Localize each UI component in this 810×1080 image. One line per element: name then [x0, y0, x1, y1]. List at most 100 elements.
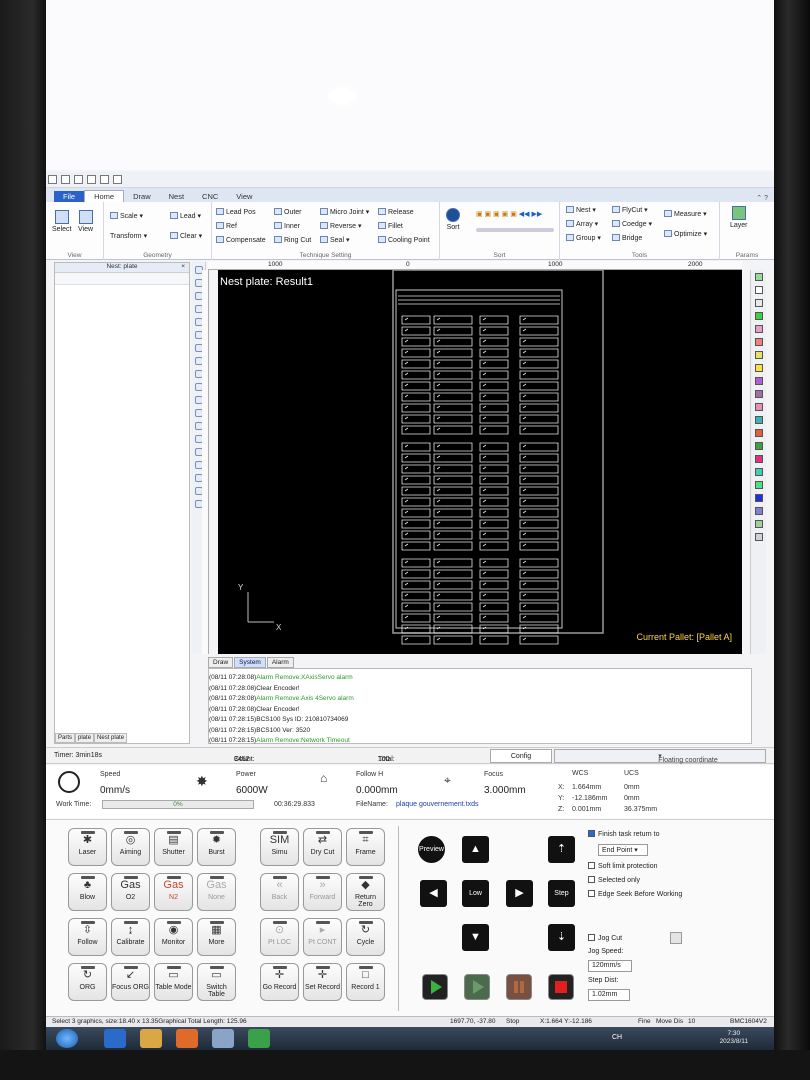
- redo-icon[interactable]: [113, 175, 122, 184]
- transform-button[interactable]: Transform ▾: [110, 232, 147, 240]
- coedge-button[interactable]: Coedge ▾: [612, 220, 652, 228]
- ref-button[interactable]: Ref: [216, 222, 237, 230]
- lead-button[interactable]: Lead ▾: [170, 212, 201, 220]
- layer-color-swatch[interactable]: [754, 299, 763, 307]
- edge-seek-checkbox[interactable]: Edge Seek Before Working: [588, 890, 682, 898]
- table-mode-button[interactable]: ▭ Table Mode: [154, 963, 193, 1001]
- shutter-button[interactable]: ▤ Shutter: [154, 828, 193, 866]
- reverse-button[interactable]: Reverse ▾: [320, 222, 362, 230]
- import-icon[interactable]: [87, 175, 96, 184]
- tab-log-alarm[interactable]: Alarm: [266, 657, 294, 668]
- record-1-button[interactable]: □ Record 1: [346, 963, 385, 1001]
- frame-button[interactable]: ⌗ Frame: [346, 828, 385, 866]
- preview-button[interactable]: Preview: [418, 836, 445, 863]
- layer-color-swatch[interactable]: [754, 351, 763, 359]
- config-button[interactable]: Config: [490, 749, 552, 763]
- aiming-button[interactable]: ◎ Aiming: [111, 828, 150, 866]
- o2-button[interactable]: Gas O2: [111, 873, 150, 911]
- end-point-select[interactable]: End Point ▾: [598, 844, 648, 856]
- layer-color-swatch[interactable]: [754, 390, 763, 398]
- bridge-button[interactable]: Bridge: [612, 234, 642, 242]
- micro-joint-button[interactable]: Micro Joint ▾: [320, 208, 369, 216]
- nest-canvas[interactable]: X Y Nest plate: Result1 Current Pallet: …: [218, 270, 742, 654]
- simu-button[interactable]: SIM Simu: [260, 828, 299, 866]
- layer-color-swatch[interactable]: [754, 494, 763, 502]
- layer-color-swatch[interactable]: [754, 520, 763, 528]
- view-button[interactable]: View: [78, 210, 93, 233]
- more-button[interactable]: ▦ More: [197, 918, 236, 956]
- tab-cnc[interactable]: CNC: [193, 191, 227, 202]
- lead-pos-button[interactable]: Lead Pos: [216, 208, 256, 216]
- sort-button[interactable]: Sort: [446, 208, 460, 231]
- close-icon[interactable]: ×: [181, 263, 185, 270]
- jog-cut-settings-button[interactable]: [670, 932, 682, 944]
- cypcut-app-icon[interactable]: [248, 1029, 270, 1048]
- seal-button[interactable]: Seal ▾: [320, 236, 349, 244]
- layer-color-swatch[interactable]: [754, 481, 763, 489]
- fine-toggle[interactable]: Fine: [638, 1018, 651, 1025]
- notepad-icon[interactable]: [212, 1029, 234, 1048]
- laser-button[interactable]: ✱ Laser: [68, 828, 107, 866]
- low-speed-button[interactable]: Low: [462, 880, 489, 907]
- pt-cont-button[interactable]: ▸ Pt CONT: [303, 918, 342, 956]
- tab-home[interactable]: Home: [84, 190, 125, 202]
- tab-log-draw[interactable]: Draw: [208, 657, 234, 668]
- compensate-button[interactable]: Compensate: [216, 236, 266, 244]
- jog-down-button[interactable]: ▼: [462, 924, 489, 951]
- selected-only-checkbox[interactable]: Selected only: [588, 876, 640, 884]
- scale-button[interactable]: Scale ▾: [110, 212, 143, 220]
- flycut-button[interactable]: FlyCut ▾: [612, 206, 648, 214]
- z-down-button[interactable]: ⇣: [548, 924, 575, 951]
- jog-up-button[interactable]: ▲: [462, 836, 489, 863]
- layer-color-swatch[interactable]: [754, 325, 763, 333]
- monitor-button[interactable]: ◉ Monitor: [154, 918, 193, 956]
- back-button[interactable]: «Back: [260, 873, 299, 911]
- tab-log-system[interactable]: System: [234, 657, 266, 668]
- cooling-point-button[interactable]: Cooling Point: [378, 236, 430, 244]
- layer-color-swatch[interactable]: [754, 377, 763, 385]
- jog-right-button[interactable]: ▶: [506, 880, 533, 907]
- layer-color-swatch[interactable]: [754, 442, 763, 450]
- layer-color-swatch[interactable]: [754, 338, 763, 346]
- layer-color-swatch[interactable]: [754, 416, 763, 424]
- switch-table-button[interactable]: ▭ Switch Table: [197, 963, 236, 1001]
- tab-parts[interactable]: Parts: [55, 733, 76, 743]
- undo-icon[interactable]: [100, 175, 109, 184]
- inner-button[interactable]: Inner: [274, 222, 300, 230]
- start-orb-icon[interactable]: [56, 1029, 78, 1048]
- finish-return-checkbox[interactable]: Finish task return to: [588, 830, 659, 838]
- pause-button[interactable]: [506, 974, 532, 1000]
- calibrate-button[interactable]: ↨ Calibrate: [111, 918, 150, 956]
- media-player-icon[interactable]: [176, 1029, 198, 1048]
- ie-icon[interactable]: [104, 1029, 126, 1048]
- cycle-button[interactable]: ↻ Cycle: [346, 918, 385, 956]
- coordinate-mode-select[interactable]: Floating coordinate ▾: [554, 749, 766, 764]
- save-icon[interactable]: [74, 175, 83, 184]
- layer-color-swatch[interactable]: [754, 533, 763, 541]
- ring-cut-button[interactable]: Ring Cut: [274, 236, 311, 244]
- tab-nest[interactable]: Nest: [160, 191, 193, 202]
- step-dist-select[interactable]: 1.02mm: [588, 989, 630, 1001]
- go-record-button[interactable]: ✛ Go Record: [260, 963, 299, 1001]
- group-button[interactable]: Group ▾: [566, 234, 601, 242]
- fillet-button[interactable]: Fillet: [378, 222, 403, 230]
- panel-toolbar[interactable]: [55, 273, 189, 285]
- return-zero-button[interactable]: ◆ Return Zero: [346, 873, 385, 911]
- tab-file[interactable]: File: [54, 191, 85, 202]
- jog-cut-checkbox[interactable]: Jog Cut: [588, 934, 622, 942]
- follow-button[interactable]: ⇳ Follow: [68, 918, 107, 956]
- clear-button[interactable]: Clear ▾: [170, 232, 202, 240]
- release-button[interactable]: Release: [378, 208, 414, 216]
- tab-draw[interactable]: Draw: [124, 191, 160, 202]
- layer-color-swatch[interactable]: [754, 455, 763, 463]
- resume-button[interactable]: [464, 974, 490, 1000]
- layer-color-swatch[interactable]: [754, 468, 763, 476]
- set-record-button[interactable]: ✛ Set Record: [303, 963, 342, 1001]
- jog-left-button[interactable]: ◀: [420, 880, 447, 907]
- none-button[interactable]: Gas None: [197, 873, 236, 911]
- layer-color-swatch[interactable]: [754, 364, 763, 372]
- jog-speed-select[interactable]: 120mm/s: [588, 960, 632, 972]
- tab-plate[interactable]: plate: [75, 733, 95, 743]
- stop-button[interactable]: [548, 974, 574, 1000]
- nest-button[interactable]: Nest ▾: [566, 206, 596, 214]
